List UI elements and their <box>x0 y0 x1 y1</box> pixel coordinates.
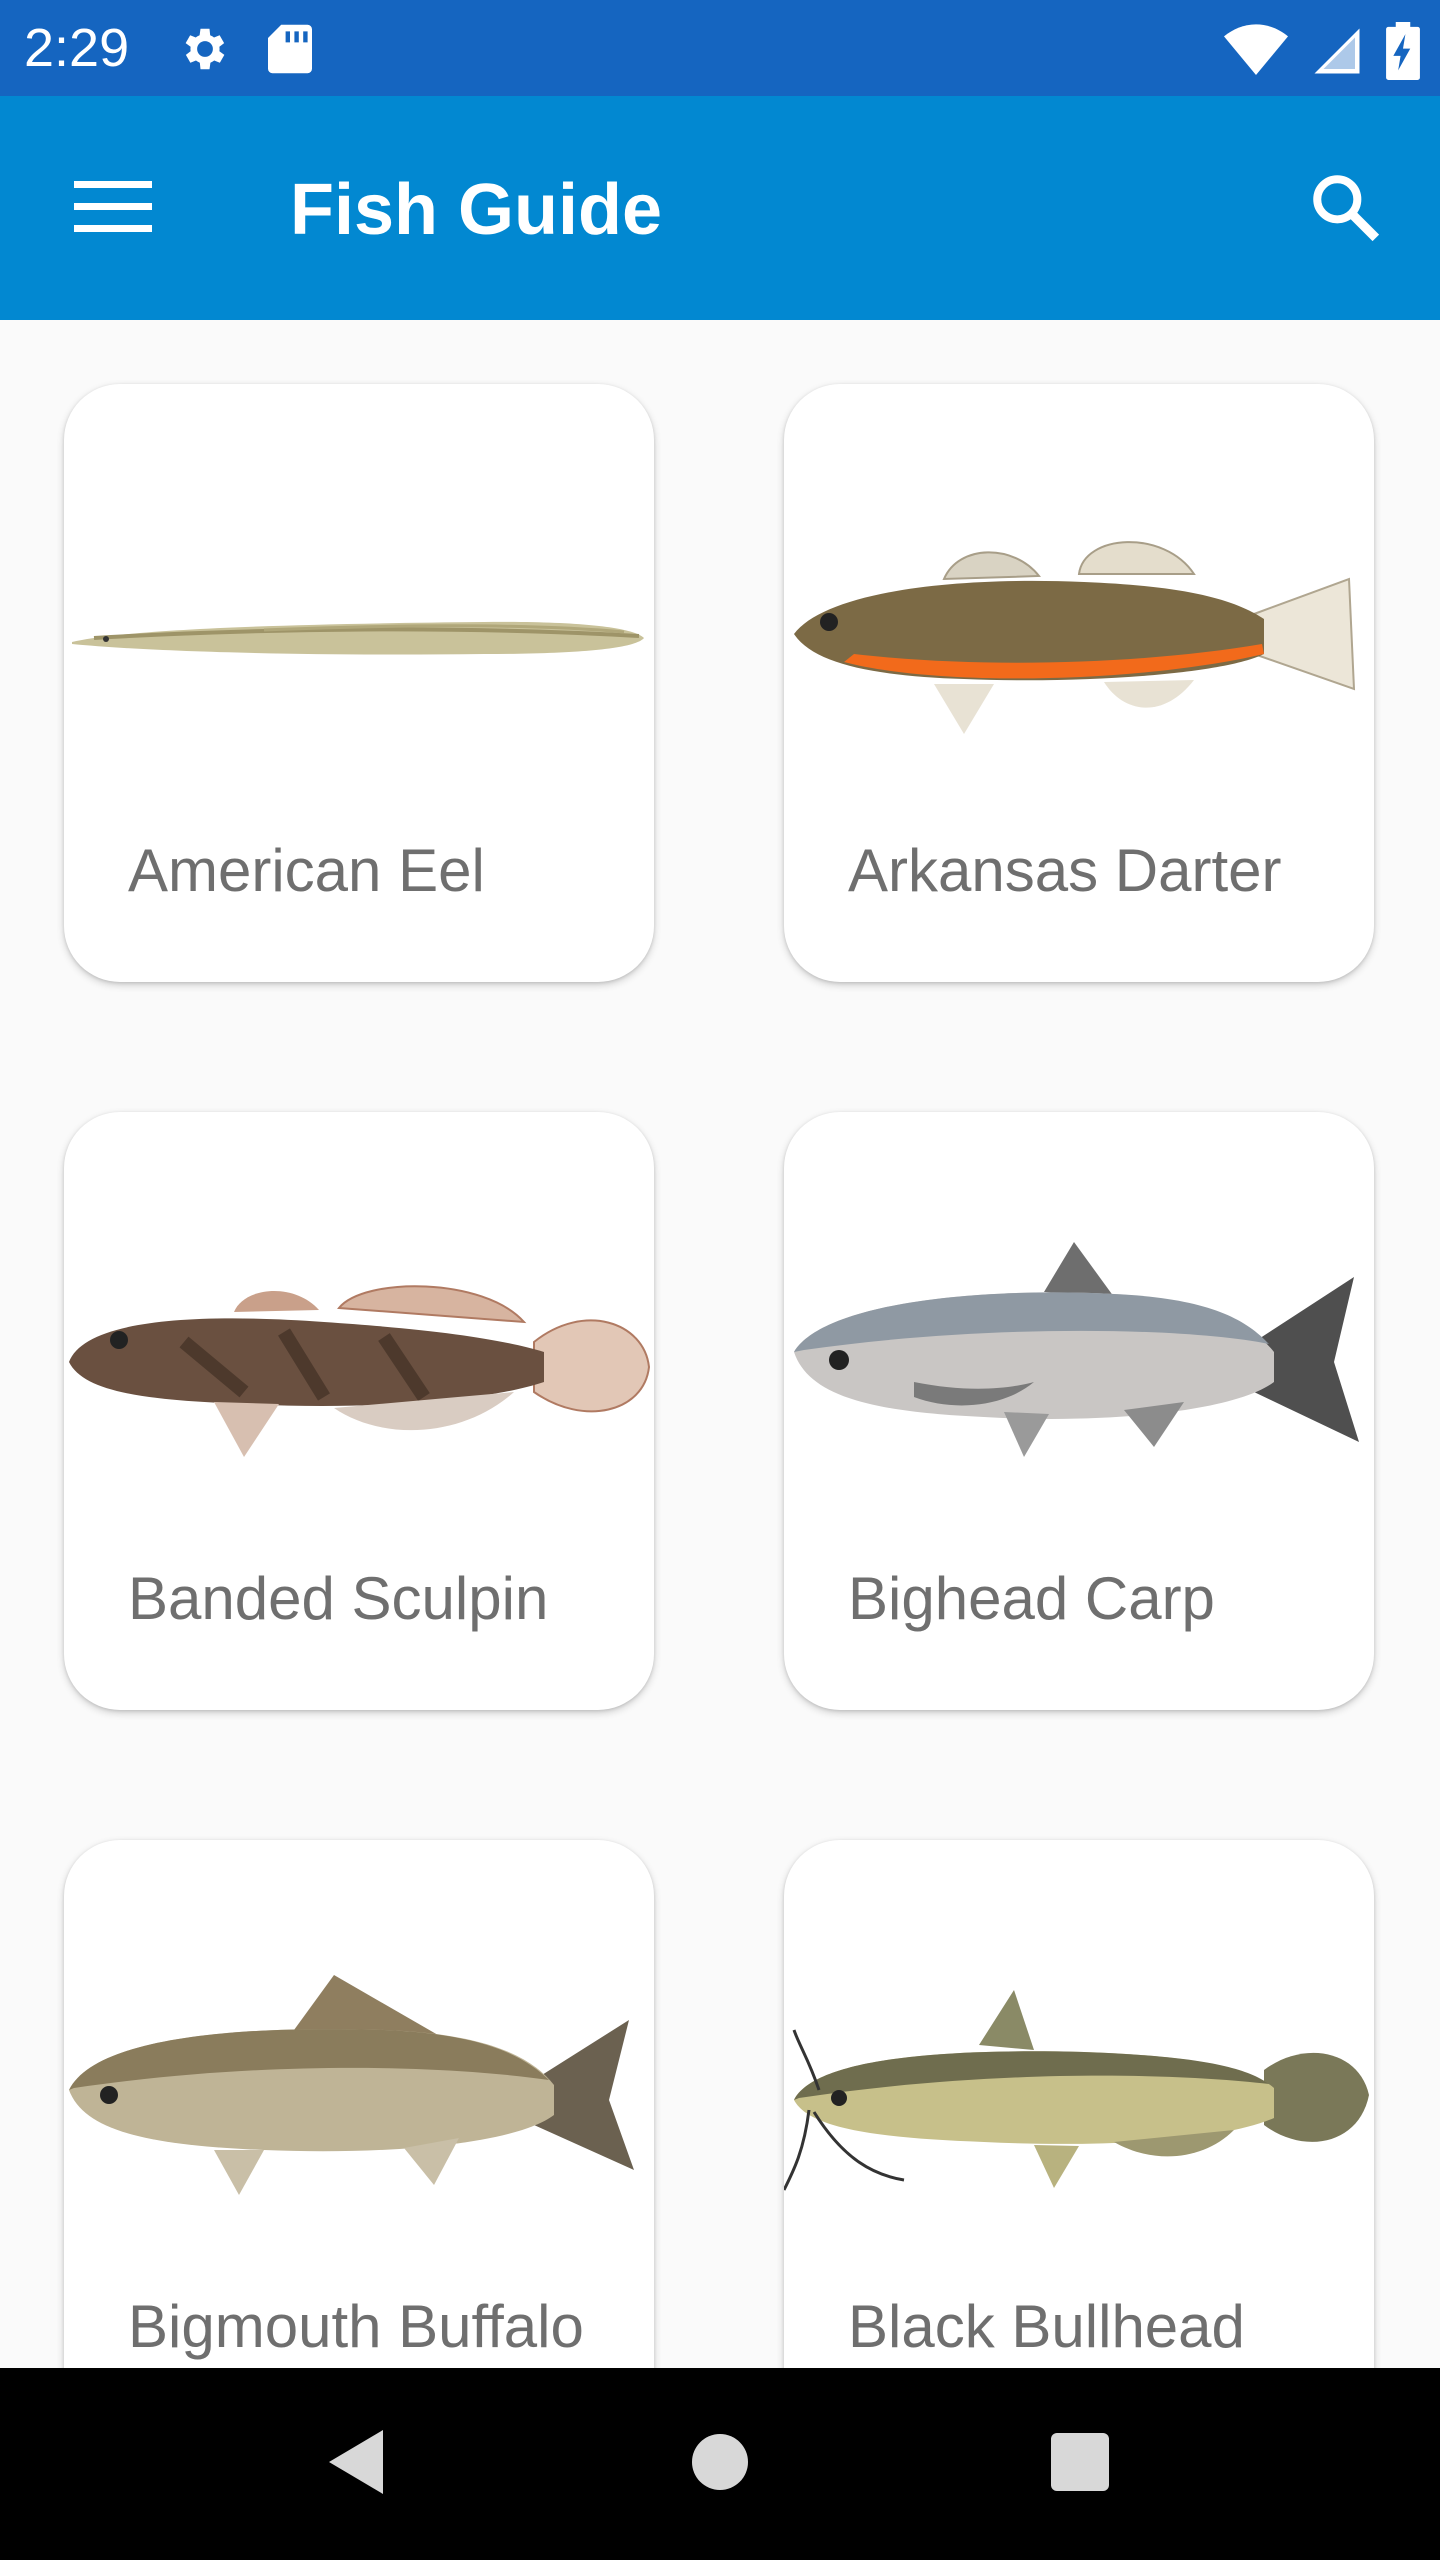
fish-card-bighead-carp[interactable]: Bighead Carp <box>784 1112 1374 1710</box>
status-bar: 2:29 <box>0 0 1440 96</box>
home-button[interactable] <box>660 2408 780 2520</box>
recents-icon <box>1049 2431 1111 2498</box>
arkansas-darter-image <box>794 541 1356 734</box>
banded-sculpin-image <box>69 1285 651 1457</box>
sd-card-icon <box>268 22 312 81</box>
bigmouth-buffalo-image <box>69 1975 634 2195</box>
black-bullhead-image <box>784 1990 1369 2191</box>
status-right-icons <box>1224 22 1420 85</box>
home-icon <box>690 2432 750 2497</box>
fish-name: Arkansas Darter <box>848 837 1282 904</box>
status-time: 2:29 <box>24 18 130 78</box>
fish-card-black-bullhead[interactable]: Black Bullhead <box>784 1840 1374 2368</box>
gear-icon <box>178 22 232 81</box>
app-bar: Fish Guide <box>0 96 1440 320</box>
battery-charging-icon <box>1386 22 1420 85</box>
fish-name: Black Bullhead <box>848 2293 1245 2360</box>
fish-card-bigmouth-buffalo[interactable]: Bigmouth Buffalo <box>64 1840 654 2368</box>
menu-button[interactable] <box>58 154 168 264</box>
status-left-icons <box>178 22 312 81</box>
wifi-icon <box>1224 24 1288 83</box>
american-eel-image <box>72 621 644 655</box>
fish-name: Banded Sculpin <box>128 1565 549 1632</box>
fish-name: Bigmouth Buffalo <box>128 2293 584 2360</box>
fish-card-arkansas-darter[interactable]: Arkansas Darter <box>784 384 1374 982</box>
fish-name: American Eel <box>128 837 485 904</box>
fish-card-banded-sculpin[interactable]: Banded Sculpin <box>64 1112 654 1710</box>
page-title: Fish Guide <box>290 170 663 250</box>
search-button[interactable] <box>1290 154 1400 264</box>
fish-grid: American Eel Arkansas Darter Banded Scul <box>0 320 1440 2368</box>
bighead-carp-image <box>794 1242 1359 1457</box>
recents-button[interactable] <box>1020 2408 1140 2520</box>
back-button[interactable] <box>296 2408 416 2520</box>
back-icon <box>323 2426 389 2503</box>
navigation-bar <box>0 2368 1440 2560</box>
hamburger-menu-icon <box>74 179 152 240</box>
fish-card-american-eel[interactable]: American Eel <box>64 384 654 982</box>
fish-name: Bighead Carp <box>848 1565 1215 1632</box>
search-icon <box>1308 170 1382 249</box>
cell-signal-icon <box>1310 24 1364 83</box>
